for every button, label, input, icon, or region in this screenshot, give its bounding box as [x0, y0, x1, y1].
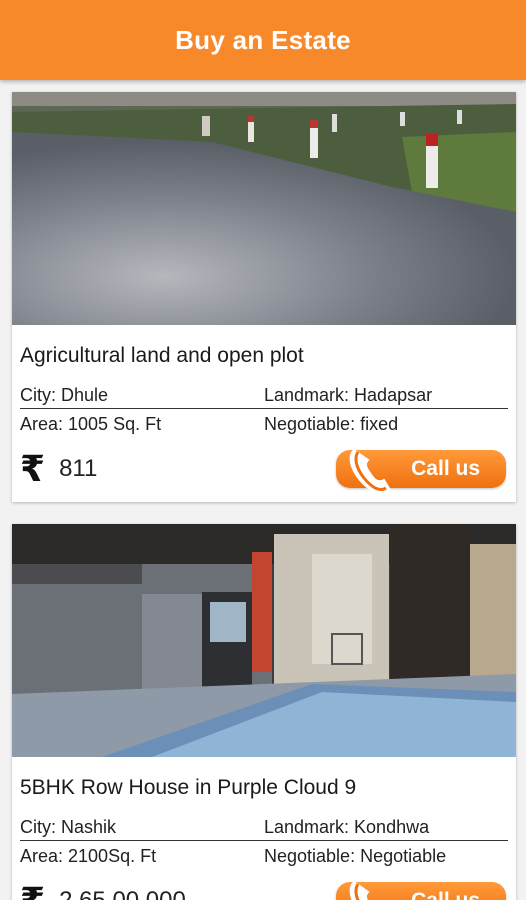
phone-handset-icon — [349, 880, 370, 900]
listing-negotiable: Negotiable: fixed — [264, 414, 399, 434]
listing-row-city-landmark: City: Nashik Landmark: Kondhwa — [20, 817, 508, 841]
price-value: 2,65,00,000 — [59, 887, 186, 900]
listing-city: City: Nashik — [20, 817, 117, 837]
listing-photo-land[interactable] — [12, 92, 516, 325]
listing-row-area-negotiable: Area: 1005 Sq. Ft Negotiable: fixed — [20, 414, 508, 438]
app-bar: Buy an Estate — [0, 0, 526, 80]
call-us-label: Call us — [411, 889, 480, 900]
listing-title: Agricultural land and open plot — [20, 344, 304, 367]
listing-row-area-negotiable: Area: 2100Sq. Ft Negotiable: Negotiable — [20, 846, 508, 870]
rupee-icon: ₹ — [20, 883, 45, 900]
price-value: 811 — [59, 455, 98, 482]
listing-title: 5BHK Row House in Purple Cloud 9 — [20, 776, 357, 799]
listing-row-city-landmark: City: Dhule Landmark: Hadapsar — [20, 385, 508, 409]
listing-landmark: Landmark: Hadapsar — [264, 385, 433, 405]
listing-card[interactable]: 5BHK Row House in Purple Cloud 9 City: N… — [12, 524, 516, 900]
listing-landmark: Landmark: Kondhwa — [264, 817, 430, 837]
listing-area: Area: 1005 Sq. Ft — [20, 414, 162, 434]
listing-negotiable: Negotiable: Negotiable — [264, 846, 447, 866]
listing-card[interactable]: Agricultural land and open plot City: Dh… — [12, 92, 516, 502]
listing-list[interactable]: Agricultural land and open plot City: Dh… — [0, 80, 526, 900]
phone-handset-icon — [349, 448, 392, 494]
call-us-button[interactable]: Call us — [336, 880, 506, 900]
rupee-icon: ₹ — [20, 448, 46, 489]
listing-price: ₹ 2,65,00,000 — [20, 881, 186, 900]
listing-price: ₹ 811 — [20, 449, 97, 489]
listing-area: Area: 2100Sq. Ft — [20, 846, 157, 866]
app-title: Buy an Estate — [175, 24, 351, 55]
listing-city: City: Dhule — [20, 385, 109, 405]
call-us-label: Call us — [411, 457, 480, 480]
call-us-button[interactable]: Call us — [336, 448, 506, 494]
listing-photo-house[interactable] — [12, 524, 516, 757]
